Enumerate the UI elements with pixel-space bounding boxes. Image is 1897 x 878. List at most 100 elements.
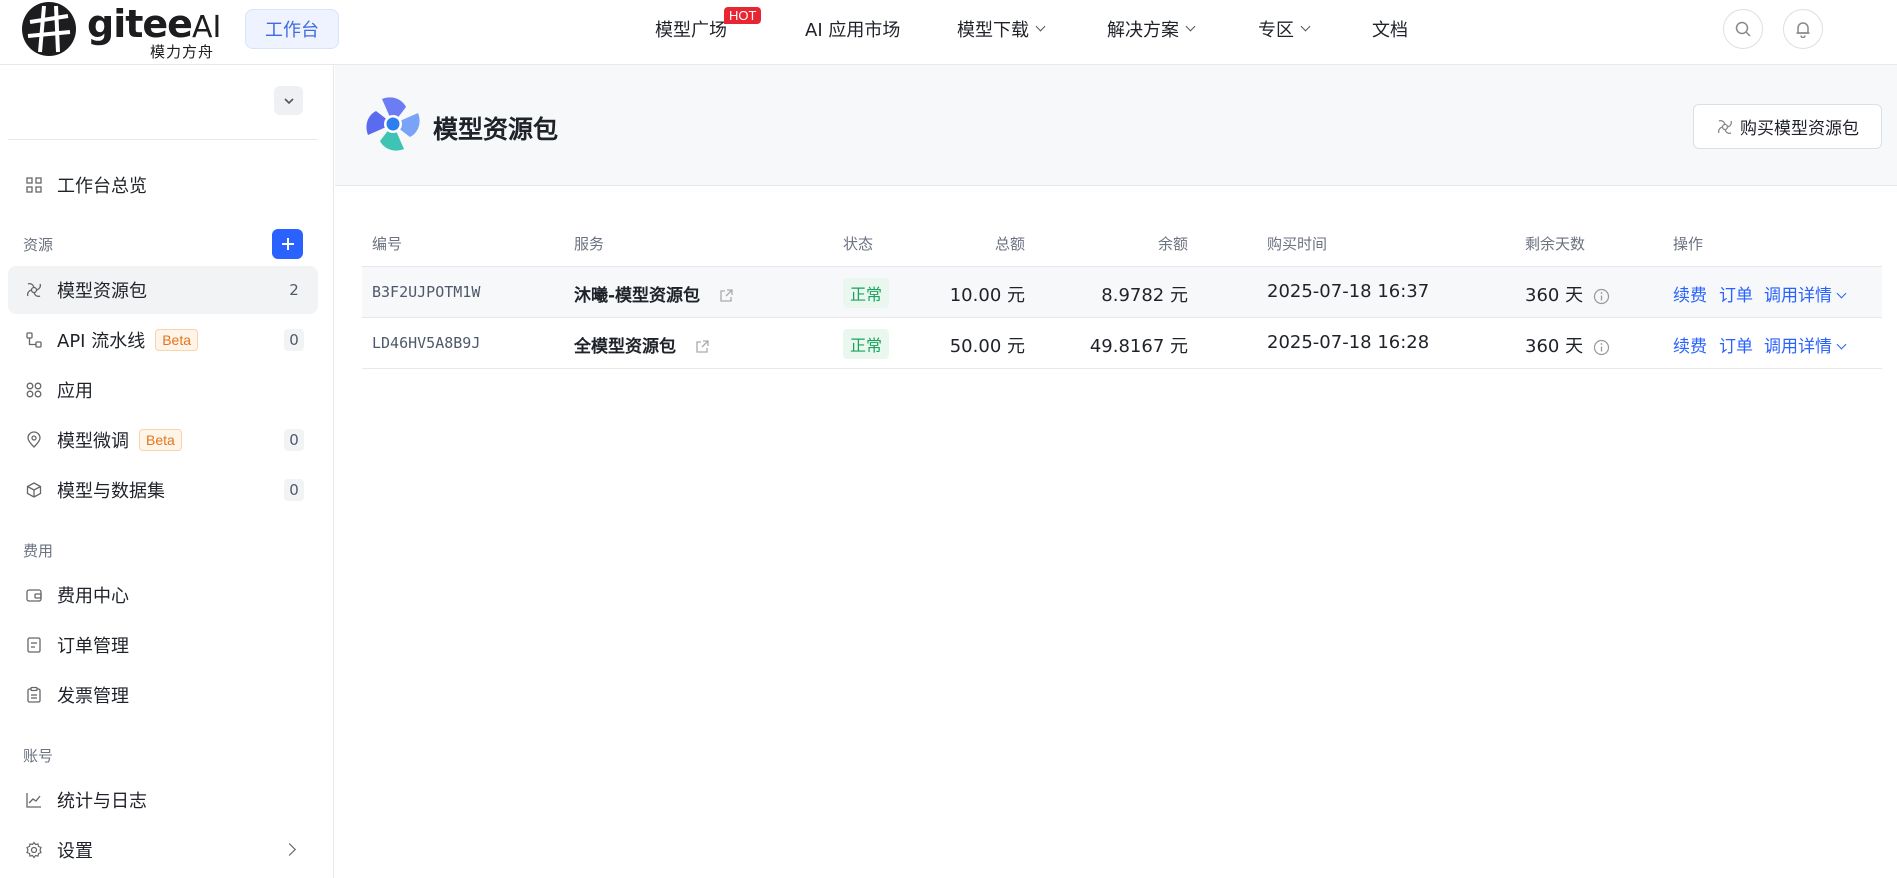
status-badge: 正常 bbox=[843, 329, 890, 359]
count-badge: 2 bbox=[289, 281, 299, 299]
nav-solutions[interactable]: 解决方案 bbox=[1107, 0, 1196, 58]
table-header: 编号 服务 状态 总额 余额 购买时间 剩余天数 操作 bbox=[362, 225, 1882, 267]
column-header: 购买时间 bbox=[1267, 235, 1328, 253]
external-link-icon[interactable] bbox=[718, 288, 734, 304]
section-title-resources: 资源 bbox=[23, 236, 54, 254]
bell-icon bbox=[1796, 22, 1810, 38]
chevron-down-icon bbox=[1300, 21, 1311, 32]
search-button[interactable] bbox=[1723, 9, 1763, 49]
sidebar-item-label: 模型与数据集 bbox=[57, 481, 165, 502]
column-header: 余额 bbox=[1157, 235, 1188, 253]
main-content: 模型资源包 购买模型资源包 编号 服务 状态 总额 余额 购买时间 剩余天数 操… bbox=[335, 65, 1897, 878]
count-badge: 0 bbox=[284, 429, 304, 451]
sidebar-item-invoices[interactable]: 发票管理 bbox=[8, 671, 318, 719]
chevron-down-icon bbox=[1836, 288, 1847, 299]
column-header: 操作 bbox=[1673, 235, 1704, 253]
chevron-down-icon bbox=[1185, 21, 1196, 32]
gear-icon bbox=[24, 840, 44, 860]
sidebar-item-label: 统计与日志 bbox=[57, 791, 147, 812]
count-badge: 0 bbox=[284, 479, 304, 501]
sidebar-item-settings[interactable]: 设置 bbox=[8, 826, 318, 874]
nav-ai-app-market[interactable]: AI 应用市场 bbox=[805, 0, 900, 58]
service-name: 全模型资源包 bbox=[574, 337, 676, 357]
nav-zones[interactable]: 专区 bbox=[1258, 0, 1311, 58]
chevron-down-icon bbox=[283, 97, 294, 104]
page-header: 模型资源包 购买模型资源包 bbox=[335, 65, 1897, 186]
column-header: 总额 bbox=[994, 235, 1025, 253]
sidebar-item-billing-center[interactable]: 费用中心 bbox=[8, 571, 318, 619]
logo-subtitle: 模力方舟 bbox=[150, 43, 215, 61]
renew-link[interactable]: 续费 bbox=[1673, 332, 1707, 357]
call-details-link[interactable]: 调用详情 bbox=[1764, 332, 1847, 357]
sidebar-item-fine-tuning[interactable]: 模型微调 Beta 0 bbox=[8, 416, 318, 464]
info-icon[interactable] bbox=[1593, 288, 1610, 305]
table-row: B3F2UJPOTM1W 沐曦-模型资源包 正常 10.00 元 8.9782 … bbox=[362, 267, 1882, 318]
days-left: 360 天 bbox=[1525, 336, 1584, 357]
purchase-time: 2025-07-18 16:28 bbox=[1267, 332, 1430, 353]
package-id: LD46HV5A8B9J bbox=[372, 334, 481, 352]
section-title-account: 账号 bbox=[23, 747, 54, 765]
order-link[interactable]: 订单 bbox=[1719, 281, 1753, 306]
top-header: giteeAI 模力方舟 工作台 模型广场 HOT AI 应用市场 模型下载 解… bbox=[0, 0, 1897, 65]
days-left: 360 天 bbox=[1525, 285, 1584, 306]
beta-badge: Beta bbox=[139, 429, 182, 451]
sidebar-item-label: 模型微调 bbox=[57, 431, 129, 452]
sidebar-item-label: 应用 bbox=[57, 381, 93, 402]
hot-badge: HOT bbox=[724, 7, 762, 24]
add-resource-button[interactable] bbox=[272, 229, 303, 259]
dashboard-icon bbox=[24, 175, 44, 195]
column-header: 服务 bbox=[574, 235, 605, 253]
nav-model-square[interactable]: 模型广场 bbox=[655, 0, 727, 58]
table-row: LD46HV5A8B9J 全模型资源包 正常 50.00 元 49.8167 元… bbox=[362, 318, 1882, 369]
nav-model-download[interactable]: 模型下载 bbox=[957, 0, 1046, 58]
page-title: 模型资源包 bbox=[433, 115, 559, 144]
call-details-link[interactable]: 调用详情 bbox=[1764, 281, 1847, 306]
workspace-button[interactable]: 工作台 bbox=[245, 9, 339, 49]
order-link[interactable]: 订单 bbox=[1719, 332, 1753, 357]
search-icon bbox=[1735, 21, 1751, 37]
sidebar-item-label: API 流水线 bbox=[57, 331, 146, 352]
notifications-button[interactable] bbox=[1783, 9, 1823, 49]
status-badge: 正常 bbox=[843, 278, 890, 308]
sidebar-item-stats-logs[interactable]: 统计与日志 bbox=[8, 776, 318, 824]
plus-icon bbox=[281, 238, 294, 250]
balance-amount: 8.9782 元 bbox=[1101, 285, 1188, 306]
logo-mark-icon bbox=[22, 2, 76, 56]
sidebar-item-label: 工作台总览 bbox=[57, 176, 147, 197]
chevron-down-icon bbox=[1035, 21, 1046, 32]
service-name: 沐曦-模型资源包 bbox=[574, 286, 701, 306]
sidebar-collapse-button[interactable] bbox=[274, 86, 303, 115]
purchase-time: 2025-07-18 16:37 bbox=[1267, 281, 1430, 302]
days-left-cell: 360 天 bbox=[1525, 332, 1610, 358]
apps-icon bbox=[24, 380, 44, 400]
sidebar-item-api-pipeline[interactable]: API 流水线 Beta 0 bbox=[8, 316, 318, 364]
section-title-billing: 费用 bbox=[23, 542, 54, 560]
sidebar-item-model-packages[interactable]: 模型资源包 2 bbox=[8, 266, 318, 314]
sidebar-item-label: 设置 bbox=[57, 841, 93, 862]
sidebar-item-orders[interactable]: 订单管理 bbox=[8, 621, 318, 669]
renew-link[interactable]: 续费 bbox=[1673, 281, 1707, 306]
info-icon[interactable] bbox=[1593, 339, 1610, 356]
gitee-ai-logo[interactable]: giteeAI 模力方舟 bbox=[22, 2, 222, 61]
wallet-icon bbox=[24, 585, 44, 605]
total-amount: 50.00 元 bbox=[949, 336, 1025, 357]
sidebar-item-label: 模型资源包 bbox=[57, 281, 147, 302]
beta-badge: Beta bbox=[155, 329, 199, 351]
sidebar-item-apps[interactable]: 应用 bbox=[8, 366, 318, 414]
sidebar-item-label: 费用中心 bbox=[57, 586, 129, 607]
column-header: 状态 bbox=[843, 235, 874, 253]
sidebar-item-overview[interactable]: 工作台总览 bbox=[8, 161, 318, 209]
pinwheel-icon bbox=[362, 93, 424, 155]
total-amount: 10.00 元 bbox=[949, 285, 1025, 306]
pinwheel-icon bbox=[24, 280, 44, 300]
column-header: 剩余天数 bbox=[1525, 235, 1586, 253]
sidebar-item-models-datasets[interactable]: 模型与数据集 0 bbox=[8, 466, 318, 514]
chart-line-icon bbox=[24, 790, 44, 810]
nav-docs[interactable]: 文档 bbox=[1372, 0, 1408, 58]
location-pin-icon bbox=[24, 430, 44, 450]
external-link-icon[interactable] bbox=[694, 339, 710, 355]
package-id: B3F2UJPOTM1W bbox=[372, 283, 481, 301]
buy-package-button[interactable]: 购买模型资源包 bbox=[1693, 104, 1882, 149]
chevron-down-icon bbox=[1836, 339, 1847, 350]
column-header: 编号 bbox=[372, 235, 403, 253]
